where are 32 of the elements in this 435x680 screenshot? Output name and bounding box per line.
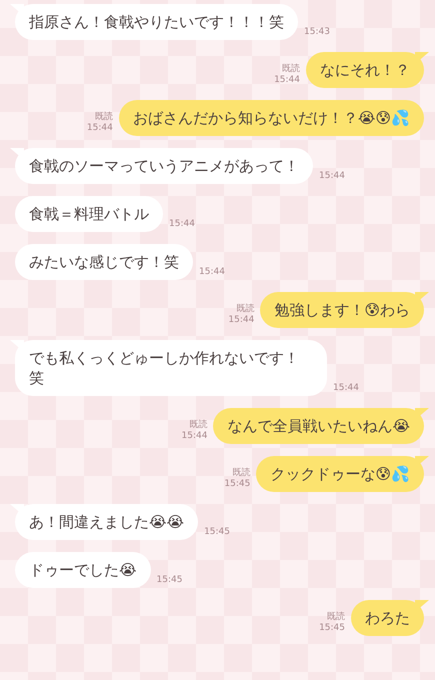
- read-receipt: 既読: [189, 420, 208, 431]
- message-bubble: 食戟＝料理バトル: [10, 196, 163, 232]
- message-bubble: でも私くっくどゅーしか作れないです！笑: [10, 340, 327, 396]
- message-bubble: ドゥーでした😭: [10, 552, 151, 588]
- message-bubble: わろた: [351, 600, 429, 636]
- message-bubble: あ！間違えました😭😭: [10, 504, 198, 540]
- message-time: 15:44: [182, 431, 208, 442]
- read-receipt: 既読: [236, 304, 254, 315]
- message-time: 15:44: [274, 75, 300, 86]
- message-time: 15:44: [86, 123, 113, 134]
- message-bubble: クックドゥーな😰💦: [256, 456, 429, 492]
- message-bubble: 指原さん！食戟やりたいです！！！笑: [10, 4, 298, 40]
- message-bubble: 勉強します！😰わら: [260, 292, 429, 328]
- message-time: 15:44: [228, 315, 254, 326]
- message-time: 15:45: [319, 623, 345, 634]
- message-time: 15:44: [169, 219, 195, 230]
- message-bubble: なにそれ！？: [306, 52, 429, 88]
- message-time: 15:45: [224, 479, 250, 490]
- message-time: 15:44: [319, 171, 345, 182]
- message-bubble: みたいな感じです！笑: [10, 244, 193, 280]
- message-time: 15:45: [204, 527, 230, 538]
- message-time: 15:45: [156, 575, 182, 586]
- read-receipt: 既読: [282, 64, 300, 75]
- message-time: 15:44: [199, 267, 225, 278]
- read-receipt: 既読: [232, 468, 250, 479]
- read-receipt: 既読: [327, 612, 345, 623]
- read-receipt: 既読: [94, 112, 113, 123]
- message-time: 15:44: [333, 383, 359, 394]
- message-bubble: なんで全員戦いたいねん😭: [213, 408, 429, 444]
- message-bubble: 食戟のソーマっていうアニメがあって！: [10, 148, 313, 184]
- message-bubble: おばさんだから知らないだけ！？😭😰💦: [118, 100, 429, 136]
- message-time: 15:43: [304, 27, 330, 38]
